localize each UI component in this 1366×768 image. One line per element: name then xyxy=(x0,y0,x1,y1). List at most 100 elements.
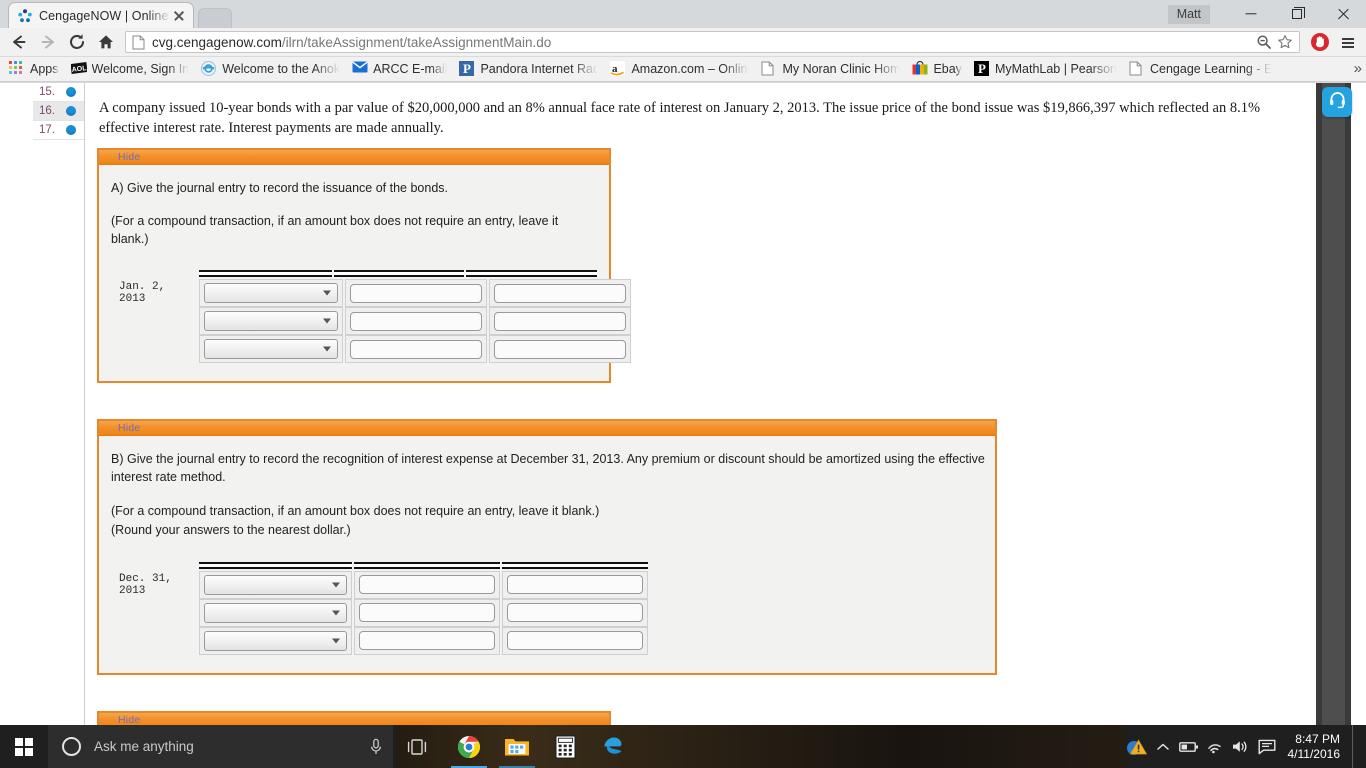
chevron-down-icon xyxy=(323,318,331,324)
credit-input[interactable] xyxy=(507,575,643,594)
question-nav-item-16[interactable]: 16. xyxy=(33,102,84,121)
hide-link[interactable]: Hide xyxy=(118,714,140,726)
credit-input[interactable] xyxy=(494,339,626,359)
bookmark-item-aol[interactable]: AOL Welcome, Sign In xyxy=(66,59,197,79)
chevron-down-icon xyxy=(332,610,340,615)
debit-cell xyxy=(354,626,500,655)
bookmark-item-anoka[interactable]: Welcome to the Anok xyxy=(196,59,347,79)
chrome-menu-icon[interactable] xyxy=(1333,28,1362,57)
adblock-icon[interactable] xyxy=(1306,28,1333,57)
battery-icon[interactable] xyxy=(1176,725,1202,768)
journal-date-spacer xyxy=(119,599,199,627)
requirement-prompt-b: B) Give the journal entry to record the … xyxy=(111,452,985,485)
tab-strip: CengageNOW | Online tea Matt xyxy=(0,0,1366,28)
journal-rule-debit xyxy=(354,561,500,569)
bookmark-item-arcc-email[interactable]: ARCC E-mail xyxy=(347,59,454,79)
home-icon[interactable] xyxy=(91,28,120,57)
zoom-out-icon[interactable] xyxy=(1253,32,1274,52)
address-bar[interactable]: cvg.cengagenow.com/ilrn/takeAssignment/t… xyxy=(125,31,1300,53)
debit-input[interactable] xyxy=(359,575,495,594)
debit-input[interactable] xyxy=(350,339,482,359)
browser-tab[interactable]: CengageNOW | Online tea xyxy=(8,2,194,28)
taskbar-app-file-explorer[interactable] xyxy=(493,725,541,768)
requirement-panel-a: Hide A) Give the journal entry to record… xyxy=(97,148,631,384)
taskbar-app-chrome[interactable] xyxy=(445,725,493,768)
bookmark-item-cengage-learning[interactable]: Cengage Learning - E xyxy=(1124,59,1279,79)
bookmark-label: Ebay xyxy=(933,62,962,76)
bookmark-item-pandora[interactable]: P Pandora Internet Radi xyxy=(454,59,605,79)
taskbar-clock[interactable]: 8:47 PM 4/11/2016 xyxy=(1280,732,1353,762)
notifications-icon[interactable] xyxy=(1254,725,1280,768)
cortana-search-box[interactable]: Ask me anything xyxy=(48,725,393,768)
bookmark-item-amazon[interactable]: a Amazon.com – Online xyxy=(605,59,756,79)
requirement-panel-b: Hide B) Give the journal entry to record… xyxy=(97,419,997,675)
journal-header-rule xyxy=(119,270,597,279)
close-button[interactable] xyxy=(1320,0,1366,28)
debit-input[interactable] xyxy=(359,603,495,622)
page-icon xyxy=(132,35,145,50)
panel-body-b: B) Give the journal entry to record the … xyxy=(99,436,995,672)
debit-input[interactable] xyxy=(350,311,482,331)
hide-link[interactable]: Hide xyxy=(118,422,140,434)
url-host: cvg.cengagenow.com xyxy=(152,34,282,50)
account-select[interactable] xyxy=(204,574,347,595)
taskbar-app-edge[interactable] xyxy=(589,725,637,768)
page-icon xyxy=(761,61,777,77)
bookmark-label: ARCC E-mail xyxy=(373,62,448,76)
bookmark-item-mymathlab[interactable]: P MyMathLab | Pearson xyxy=(969,59,1124,79)
aol-icon: AOL xyxy=(69,61,87,77)
new-tab-button[interactable] xyxy=(198,8,232,28)
start-button[interactable] xyxy=(0,725,48,768)
account-cell xyxy=(199,279,343,308)
status-dot-icon xyxy=(66,106,76,116)
show-desktop-button[interactable] xyxy=(1352,725,1360,768)
reload-icon[interactable] xyxy=(62,28,91,57)
bookmark-item-noran-clinic[interactable]: My Noran Clinic Home xyxy=(756,59,907,79)
url-text: cvg.cengagenow.com/ilrn/takeAssignment/t… xyxy=(152,35,1253,50)
minimize-button[interactable] xyxy=(1228,0,1274,28)
forward-icon[interactable] xyxy=(33,28,62,57)
requirement-note-a: (For a compound transaction, if an amoun… xyxy=(111,214,559,246)
account-select[interactable] xyxy=(204,311,338,332)
wifi-icon[interactable] xyxy=(1202,725,1228,768)
volume-icon[interactable] xyxy=(1228,725,1254,768)
panel-body-a: A) Give the journal entry to record the … xyxy=(99,165,631,381)
bookmarks-overflow-icon[interactable]: » xyxy=(1354,61,1362,77)
apps-shortcut[interactable]: Apps xyxy=(4,59,66,79)
question-nav-item-15[interactable]: 15. xyxy=(33,83,84,102)
show-hidden-icons-icon[interactable] xyxy=(1150,725,1176,768)
profile-name[interactable]: Matt xyxy=(1167,4,1210,24)
back-icon[interactable] xyxy=(4,28,33,57)
debit-input[interactable] xyxy=(350,283,482,303)
journal-row: Jan. 2, 2013 xyxy=(119,279,631,308)
credit-input[interactable] xyxy=(494,311,626,331)
account-select[interactable] xyxy=(204,602,347,623)
apps-grid-icon xyxy=(9,61,25,77)
account-select[interactable] xyxy=(204,283,338,304)
task-view-button[interactable] xyxy=(393,725,440,768)
question-number: 16. xyxy=(39,105,55,117)
bookmark-star-icon[interactable] xyxy=(1274,32,1295,52)
bookmark-item-ebay[interactable]: Ebay xyxy=(907,59,969,79)
account-select[interactable] xyxy=(204,630,347,651)
close-icon[interactable] xyxy=(171,8,187,24)
browser-toolbar: cvg.cengagenow.com/ilrn/takeAssignment/t… xyxy=(0,28,1366,57)
credit-input[interactable] xyxy=(494,283,626,303)
action-warning-icon[interactable] xyxy=(1124,725,1150,768)
hide-link[interactable]: Hide xyxy=(118,151,140,163)
credit-cell xyxy=(489,307,631,336)
question-navigator: 15. 16. 17. xyxy=(33,83,85,725)
question-nav-item-17[interactable]: 17. xyxy=(33,121,84,140)
taskbar-app-calculator[interactable] xyxy=(541,725,589,768)
credit-input[interactable] xyxy=(507,603,643,622)
credit-cell xyxy=(502,570,648,599)
credit-input[interactable] xyxy=(507,631,643,650)
account-cell xyxy=(199,335,343,364)
debit-input[interactable] xyxy=(359,631,495,650)
microphone-icon[interactable] xyxy=(369,738,383,756)
taskbar-separator xyxy=(442,735,443,758)
live-support-button[interactable] xyxy=(1322,87,1352,117)
account-select[interactable] xyxy=(204,339,338,360)
chrome-browser-window: CengageNOW | Online tea Matt xyxy=(0,0,1366,725)
maximize-button[interactable] xyxy=(1274,0,1320,28)
